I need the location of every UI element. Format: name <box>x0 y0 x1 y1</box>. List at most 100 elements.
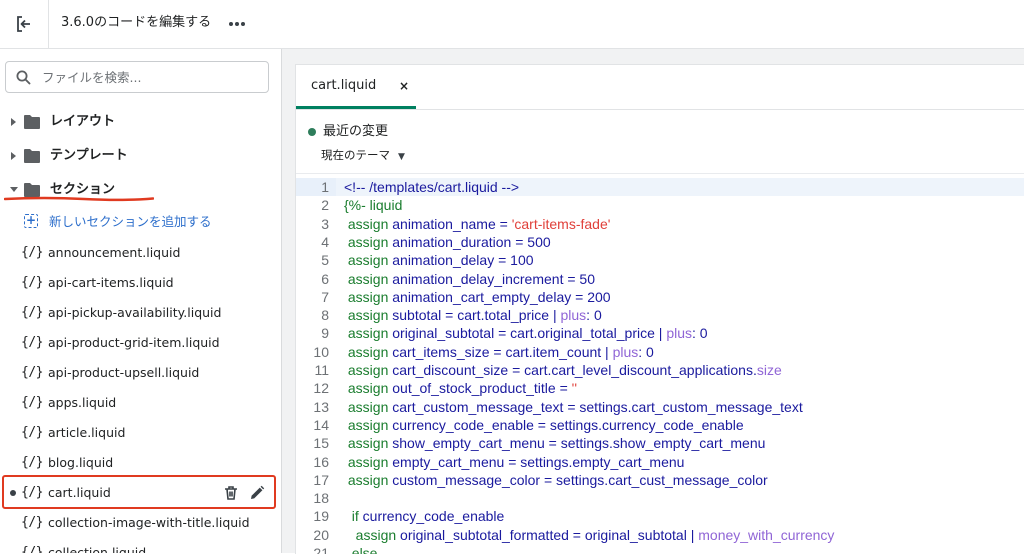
line-number: 4 <box>321 233 329 250</box>
code-line: 17 assign custom_message_color = setting… <box>296 471 1024 489</box>
file-item[interactable]: {/} api-cart-items.liquid <box>0 268 280 298</box>
code-text: {%- liquid <box>344 196 402 214</box>
caret-down-icon <box>10 187 18 192</box>
code-line: 9 assign original_subtotal = cart.origin… <box>296 324 1024 342</box>
editor-panel: cart.liquid × 最近の変更 現在のテーマ ▼ 1 <!-- /templ… <box>295 64 1024 554</box>
file-item[interactable]: {/} api-product-grid-item.liquid <box>0 328 280 358</box>
code-token: assign <box>344 252 389 269</box>
code-text: assign subtotal = cart.total_price | plu… <box>344 306 602 324</box>
tab-cart-liquid[interactable]: cart.liquid × <box>296 65 416 109</box>
file-item[interactable]: {/} article.liquid <box>0 418 280 448</box>
file-item[interactable]: {/} announcement.liquid <box>0 238 280 268</box>
line-number: 1 <box>321 179 329 195</box>
file-name: api-product-grid-item.liquid <box>48 335 220 350</box>
code-line: 20 assign original_subtotal_formatted = … <box>296 526 1024 544</box>
line-number: 20 <box>313 526 329 543</box>
code-token: {%- liquid <box>344 197 403 214</box>
close-tab-icon[interactable]: × <box>399 65 409 107</box>
line-number: 12 <box>313 380 329 397</box>
code-token: assign <box>344 362 389 378</box>
exit-editor-button[interactable] <box>0 0 49 48</box>
file-name: collection-image-with-title.liquid <box>48 515 250 530</box>
code-token: '' <box>571 380 578 397</box>
code-text: assign animation_delay_increment = 50 <box>344 270 595 288</box>
code-text: assign original_subtotal = cart.original… <box>344 324 708 342</box>
code-text: assign empty_cart_menu = settings.empty_… <box>344 453 685 471</box>
code-token: cart_custom_message_text = settings.cart… <box>388 398 803 415</box>
code-line: 1 <!-- /templates/cart.liquid --> <box>296 178 1024 196</box>
saved-status-dot <box>308 128 316 136</box>
file-item[interactable]: {/} collection.liquid <box>0 538 280 553</box>
liquid-file-icon: {/} <box>21 395 43 410</box>
liquid-file-icon: {/} <box>21 245 43 260</box>
file-search <box>5 61 269 93</box>
file-name: api-product-upsell.liquid <box>48 365 200 380</box>
code-token: assign <box>344 380 389 397</box>
tab-label: cart.liquid <box>311 78 377 93</box>
file-name: announcement.liquid <box>48 245 181 260</box>
code-token: plus <box>666 325 693 342</box>
line-number: 15 <box>313 435 329 452</box>
code-token: animation_delay = 100 <box>388 252 534 269</box>
theme-version-select[interactable]: 現在のテーマ ▼ <box>321 144 405 166</box>
code-text: assign animation_delay = 100 <box>344 251 534 269</box>
liquid-file-icon: {/} <box>21 515 43 530</box>
code-text: assign animation_name = 'cart-items-fade… <box>344 215 611 233</box>
code-line: 5 assign animation_delay = 100 <box>296 251 1024 269</box>
code-text: assign out_of_stock_product_title = '' <box>344 379 577 397</box>
page-title: 3.6.0のコードを編集する <box>61 15 212 30</box>
file-item[interactable]: {/} api-pickup-availability.liquid <box>0 298 280 328</box>
code-text: <!-- /templates/cart.liquid --> <box>344 178 519 196</box>
code-text: assign animation_duration = 500 <box>344 233 551 251</box>
code-line: 10 assign cart_items_size = cart.item_co… <box>296 343 1024 361</box>
caret-right-icon <box>11 118 16 126</box>
code-token: currency_code_enable <box>358 508 505 525</box>
code-token: animation_cart_empty_delay = 200 <box>388 288 611 305</box>
line-number: 14 <box>313 416 329 433</box>
line-number: 9 <box>321 325 329 342</box>
code-text: assign original_subtotal_formatted = ori… <box>344 526 835 544</box>
folder-item[interactable]: テンプレート <box>0 141 280 171</box>
code-token: if <box>344 508 359 525</box>
add-new-section-link[interactable]: + 新しいセクションを追加する <box>0 209 280 235</box>
file-item[interactable]: {/} apps.liquid <box>0 388 280 418</box>
code-editor[interactable]: 1 <!-- /templates/cart.liquid --> 2 {%- liq… <box>296 173 1024 554</box>
file-name: blog.liquid <box>48 455 114 470</box>
liquid-file-icon: {/} <box>21 425 43 440</box>
top-bar: 3.6.0のコードを編集する <box>0 0 1024 49</box>
file-item[interactable]: {/} collection-image-with-title.liquid <box>0 508 280 538</box>
code-token: money_with_currency <box>698 526 835 543</box>
file-search-input[interactable] <box>42 63 262 91</box>
more-horizontal-icon <box>229 22 245 26</box>
code-line: 19 if currency_code_enable <box>296 507 1024 525</box>
chevron-down-icon: ▼ <box>398 152 405 162</box>
modified-dot <box>10 490 16 496</box>
trash-icon[interactable] <box>223 485 239 501</box>
code-token: custom_message_color = settings.cart_cus… <box>388 471 768 488</box>
code-token: : 0 <box>692 325 708 342</box>
code-line: 18 <box>296 489 1024 507</box>
file-item[interactable]: {/} api-product-upsell.liquid <box>0 358 280 388</box>
recent-changes-label: 最近の変更 <box>323 124 389 139</box>
liquid-file-icon: {/} <box>21 365 43 380</box>
search-icon <box>16 70 31 85</box>
line-number: 5 <box>321 252 329 269</box>
more-actions-button[interactable] <box>226 13 248 35</box>
pencil-icon[interactable] <box>249 485 265 501</box>
code-token: size <box>756 362 782 378</box>
code-text: assign cart_custom_message_text = settin… <box>344 398 803 416</box>
folder-item[interactable]: レイアウト <box>0 107 280 137</box>
file-name: api-cart-items.liquid <box>48 275 174 290</box>
liquid-file-icon: {/} <box>21 305 43 320</box>
code-line: 6 assign animation_delay_increment = 50 <box>296 270 1024 288</box>
file-item-selected[interactable]: {/} cart.liquid <box>0 478 280 508</box>
code-token: assign <box>344 453 389 470</box>
code-line: 15 assign show_empty_cart_menu = setting… <box>296 434 1024 452</box>
code-token: cart_items_size = cart.item_count | <box>388 343 613 360</box>
code-token: out_of_stock_product_title = <box>388 380 572 397</box>
code-token: animation_name = <box>388 215 512 232</box>
folder-icon <box>24 115 40 129</box>
code-token: subtotal = cart.total_price | <box>388 307 561 324</box>
file-item[interactable]: {/} blog.liquid <box>0 448 280 478</box>
editor-tab-bar: cart.liquid × <box>296 65 1024 110</box>
